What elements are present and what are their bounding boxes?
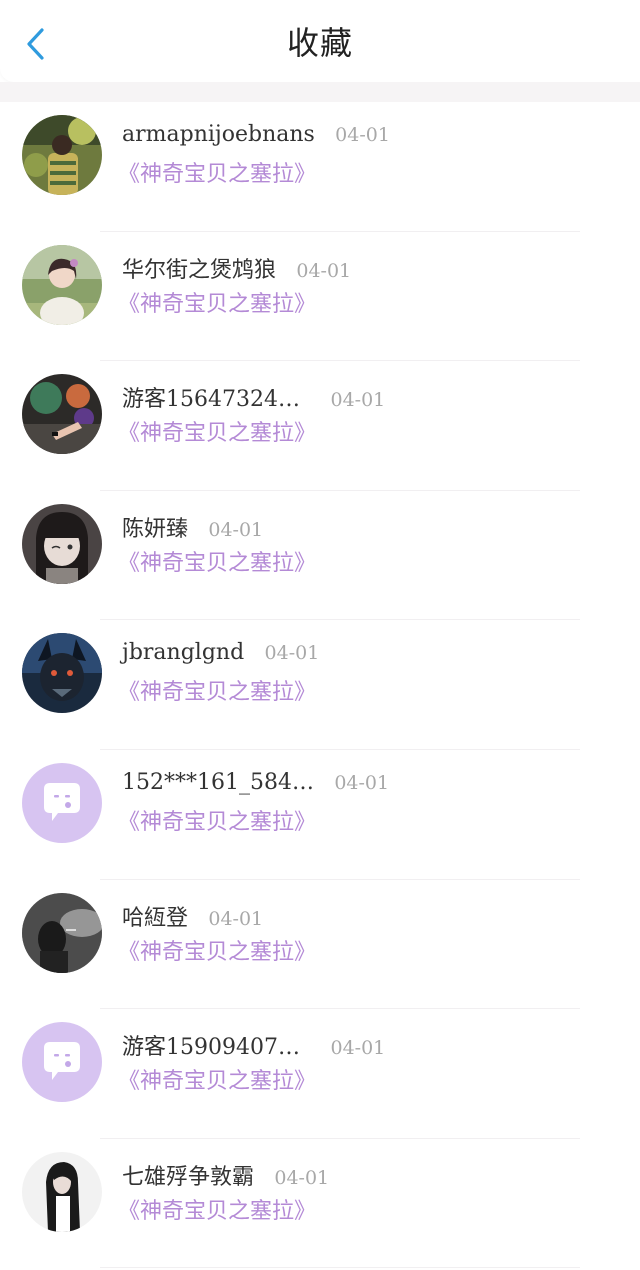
username[interactable]: 游客15909407… [122, 1035, 300, 1060]
chat-bubble-icon [22, 762, 102, 843]
username[interactable]: 陈妍臻 [122, 517, 188, 542]
list-item[interactable]: 游客15909407… 04-01 《神奇宝贝之塞拉》 [0, 1009, 640, 1139]
list-item[interactable]: armapnijoebnans 04-01 《神奇宝贝之塞拉》 [0, 102, 640, 232]
favorited-work-link[interactable]: 《神奇宝贝之塞拉》 [118, 804, 316, 836]
date-label: 04-01 [330, 389, 386, 412]
date-label: 04-01 [334, 771, 390, 794]
username[interactable]: jbranglgnd [122, 640, 244, 665]
chat-bubble-icon [22, 1022, 102, 1103]
date-label: 04-01 [296, 259, 352, 282]
favorited-work-link[interactable]: 《神奇宝贝之塞拉》 [118, 1063, 316, 1095]
favorited-work-link[interactable]: 《神奇宝贝之塞拉》 [118, 286, 316, 318]
favorited-work-link[interactable]: 《神奇宝贝之塞拉》 [118, 545, 316, 577]
date-label: 04-01 [330, 1037, 386, 1060]
divider [100, 1267, 580, 1269]
page-title: 收藏 [286, 24, 353, 62]
avatar[interactable] [22, 633, 102, 714]
favorited-work-link[interactable]: 《神奇宝贝之塞拉》 [118, 934, 316, 966]
list-item[interactable]: jbranglgnd 04-01 《神奇宝贝之塞拉》 [0, 620, 640, 750]
username[interactable]: armapnijoebnans [122, 122, 315, 147]
top-bar: 收藏 [0, 0, 640, 82]
default-avatar[interactable] [22, 1022, 102, 1103]
avatar[interactable] [22, 892, 102, 973]
favorited-work-link[interactable]: 《神奇宝贝之塞拉》 [118, 156, 316, 188]
username[interactable]: 七雄殍争敦霸 [122, 1165, 254, 1190]
avatar[interactable] [22, 1151, 102, 1232]
date-label: 04-01 [208, 907, 264, 930]
list-item[interactable]: 华尔街之煲鸩狼 04-01 《神奇宝贝之塞拉》 [0, 232, 640, 362]
username[interactable]: 华尔街之煲鸩狼 [122, 258, 276, 283]
date-label: 04-01 [274, 1166, 330, 1189]
list-item[interactable]: 七雄殍争敦霸 04-01 《神奇宝贝之塞拉》 [0, 1139, 640, 1269]
favorited-work-link[interactable]: 《神奇宝贝之塞拉》 [118, 674, 316, 706]
header-separator [0, 82, 640, 102]
username[interactable]: 哈絚登 [122, 906, 188, 931]
list-item[interactable]: 哈絚登 04-01 《神奇宝贝之塞拉》 [0, 880, 640, 1010]
default-avatar[interactable] [22, 762, 102, 843]
username[interactable]: 152***161_584… [122, 770, 314, 795]
username[interactable]: 游客15647324… [122, 387, 300, 412]
avatar[interactable] [22, 374, 102, 455]
avatar[interactable] [22, 115, 102, 195]
favorites-list: armapnijoebnans 04-01 《神奇宝贝之塞拉》 华尔街之煲鸩狼 … [0, 102, 640, 1269]
date-label: 04-01 [264, 642, 320, 665]
date-label: 04-01 [208, 518, 264, 541]
favorited-work-link[interactable]: 《神奇宝贝之塞拉》 [118, 1193, 316, 1225]
list-item[interactable]: 陈妍臻 04-01 《神奇宝贝之塞拉》 [0, 491, 640, 621]
date-label: 04-01 [335, 124, 390, 146]
list-item[interactable]: 游客15647324… 04-01 《神奇宝贝之塞拉》 [0, 361, 640, 491]
list-item[interactable]: 152***161_584… 04-01 《神奇宝贝之塞拉》 [0, 750, 640, 880]
favorited-work-link[interactable]: 《神奇宝贝之塞拉》 [118, 415, 316, 447]
avatar[interactable] [22, 244, 102, 325]
avatar[interactable] [22, 503, 102, 584]
